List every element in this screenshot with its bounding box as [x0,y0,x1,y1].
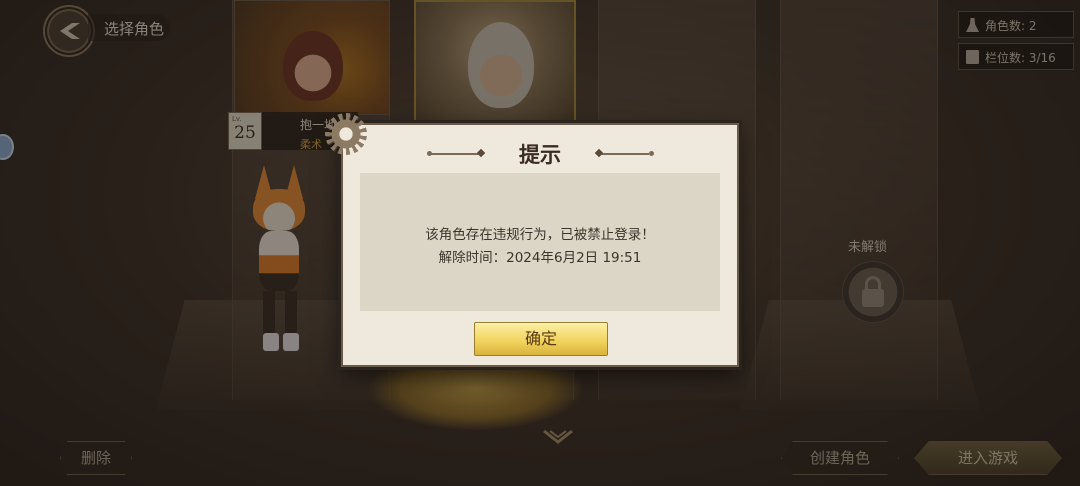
dialog-title: 提示 [519,142,561,167]
notice-dialog: 提示 该角色存在违规行为，已被禁止登录！ 解除时间：2024年6月2日 19:5… [325,113,739,367]
ban-message: 该角色存在违规行为，已被禁止登录！ [425,227,655,243]
title-ornament-right [599,153,649,155]
confirm-button[interactable]: 确定 [474,322,608,356]
unban-time: 解除时间：2024年6月2日 19:51 [438,250,642,266]
dialog-message-box: 该角色存在违规行为，已被禁止登录！ 解除时间：2024年6月2日 19:51 [360,173,720,311]
